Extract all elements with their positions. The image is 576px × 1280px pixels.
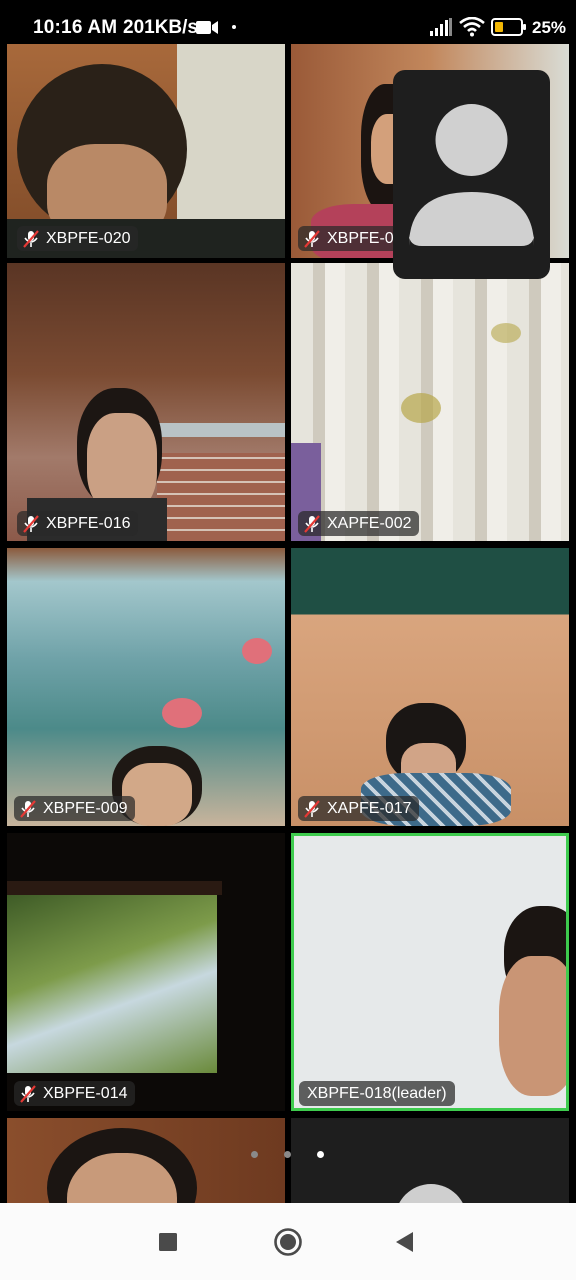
participant-label: XAPFE-002	[298, 511, 420, 536]
video-tile[interactable]: XBPFE-009	[7, 548, 285, 826]
participant-label: XBPFE-018(leader)	[299, 1081, 455, 1106]
participant-label: XBPFE-0	[298, 226, 402, 251]
mic-muted-icon	[20, 1084, 36, 1103]
avatar-placeholder	[395, 1184, 467, 1203]
participant-name: XBPFE-018(leader)	[307, 1084, 447, 1102]
status-time: 10:16 AM	[33, 17, 118, 38]
video-camera-icon	[196, 21, 218, 34]
video-feed	[291, 548, 569, 826]
video-tile[interactable]: XBPFE-016	[7, 263, 285, 541]
participant-name: XBPFE-016	[46, 514, 131, 532]
video-feed	[291, 263, 569, 541]
status-bar: 10:16 AM 201KB/s 25%	[0, 0, 576, 44]
battery-icon	[491, 18, 526, 36]
wifi-icon	[459, 17, 485, 37]
participant-label: XBPFE-014	[14, 1081, 136, 1106]
participant-label: XBPFE-009	[14, 796, 136, 821]
page-dot[interactable]	[284, 1151, 291, 1158]
signal-icon	[430, 18, 452, 36]
mic-muted-icon	[23, 229, 39, 248]
video-feed	[7, 833, 285, 1111]
back-triangle-icon[interactable]	[395, 1232, 415, 1252]
participant-name: XAPFE-002	[327, 514, 412, 532]
video-feed	[7, 548, 285, 826]
battery-percent: 25%	[532, 18, 567, 37]
video-tile[interactable]: XBPFE-014	[7, 833, 285, 1111]
video-tile[interactable]	[291, 1118, 569, 1203]
participant-name: XAPFE-017	[327, 799, 412, 817]
mic-muted-icon	[304, 799, 320, 818]
video-tile[interactable]: XAPFE-002	[291, 263, 569, 541]
participant-label: XBPFE-016	[17, 511, 139, 536]
page-dot-active[interactable]	[317, 1151, 324, 1158]
mic-muted-icon	[20, 799, 36, 818]
mic-muted-icon	[304, 514, 320, 533]
network-speed: 201KB/s	[123, 17, 198, 38]
participant-label: XAPFE-017	[298, 796, 420, 821]
avatar-icon	[409, 104, 534, 246]
video-tile[interactable]: XBPFE-020	[7, 44, 285, 258]
recents-square-icon[interactable]	[159, 1233, 177, 1251]
mic-muted-icon	[304, 229, 320, 248]
participant-name: XBPFE-014	[43, 1084, 128, 1102]
participant-name: XBPFE-020	[46, 229, 131, 247]
participant-name: XBPFE-0	[327, 229, 394, 247]
notification-dot-icon	[232, 25, 236, 29]
video-feed	[294, 836, 566, 1108]
mic-muted-icon	[23, 514, 39, 533]
self-view-placeholder[interactable]	[393, 70, 550, 279]
video-feed	[7, 263, 285, 541]
participant-name: XBPFE-009	[43, 799, 128, 817]
video-tile[interactable]	[7, 1118, 285, 1203]
navigation-bar	[0, 1203, 576, 1280]
video-tile[interactable]: XAPFE-017	[291, 548, 569, 826]
video-tile-active-speaker[interactable]: XBPFE-018(leader)	[291, 833, 569, 1111]
home-circle-icon[interactable]	[273, 1227, 303, 1257]
page-dot[interactable]	[251, 1151, 258, 1158]
participant-label: XBPFE-020	[17, 226, 139, 251]
